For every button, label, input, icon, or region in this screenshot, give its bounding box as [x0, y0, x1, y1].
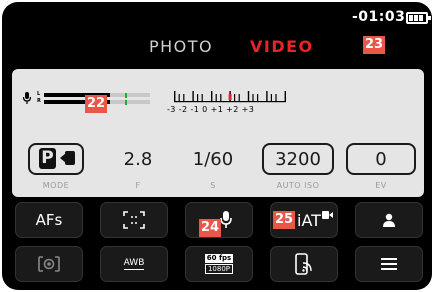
tab-video[interactable]: VIDEO: [250, 37, 314, 56]
user-profile-button[interactable]: [355, 202, 423, 238]
white-balance-label: AWB: [123, 258, 145, 270]
spot-metering-icon: [38, 256, 60, 272]
microphone-icon: [23, 92, 31, 104]
meter-right-label: R: [37, 98, 41, 104]
connect-phone-button[interactable]: [270, 246, 338, 282]
mode-button[interactable]: P: [28, 143, 84, 175]
ev-label: EV: [375, 181, 387, 190]
user-profile-icon: [383, 213, 395, 227]
iso-value: 3200: [275, 149, 321, 170]
white-balance-button[interactable]: AWB: [100, 246, 168, 282]
resolution-label: 1080P: [204, 264, 234, 274]
meter-left-label: L: [37, 91, 41, 97]
meter-peak-right: [125, 99, 127, 105]
mode-label: MODE: [42, 181, 70, 190]
aperture-label: F: [135, 181, 141, 190]
exposure-panel: L R 22 -3 -2 -1 0 +1 +2 +3 P MODE 2.8 F …: [12, 69, 424, 197]
af-field-button[interactable]: [100, 202, 168, 238]
metering-button[interactable]: [15, 246, 83, 282]
exposure-indicator: [228, 94, 232, 100]
af-field-icon: [123, 211, 145, 229]
smartphone-connect-icon: [295, 253, 312, 275]
iso-button[interactable]: 3200: [262, 143, 334, 175]
tab-photo[interactable]: PHOTO: [149, 37, 213, 56]
aperture-value[interactable]: 2.8: [108, 149, 168, 170]
callout-25: 25: [273, 211, 296, 229]
exposure-scale: [174, 91, 286, 103]
callout-23: 23: [363, 36, 386, 54]
battery-icon: [406, 12, 431, 24]
camera-screen: -01:03 23 PHOTO VIDEO L R 22 -3 -2 -1 0 …: [2, 2, 432, 290]
meter-peak-left: [125, 92, 127, 98]
fps-label: 60 fps: [204, 254, 234, 263]
mode-value: P: [39, 148, 56, 169]
af-mode-label: AFs: [35, 211, 63, 229]
af-mode-button[interactable]: AFs: [15, 202, 83, 238]
ev-button[interactable]: 0: [346, 143, 416, 175]
stabilization-label: iAT: [297, 210, 321, 230]
microphone-icon: [220, 211, 232, 228]
callout-24: 24: [199, 219, 222, 237]
recording-time: -01:03: [352, 9, 406, 25]
video-camera-icon: [60, 151, 75, 165]
ev-value: 0: [375, 149, 387, 170]
shutter-label: S: [210, 181, 216, 190]
menu-icon: [381, 258, 397, 270]
callout-22: 22: [85, 95, 108, 113]
menu-button[interactable]: [355, 246, 423, 282]
exposure-scale-labels: -3 -2 -1 0 +1 +2 +3: [167, 105, 255, 114]
iso-label: AUTO ISO: [276, 181, 320, 190]
shutter-value[interactable]: 1/60: [183, 149, 243, 170]
video-camera-icon: [321, 211, 333, 219]
video-format-button[interactable]: 60 fps 1080P: [185, 246, 253, 282]
